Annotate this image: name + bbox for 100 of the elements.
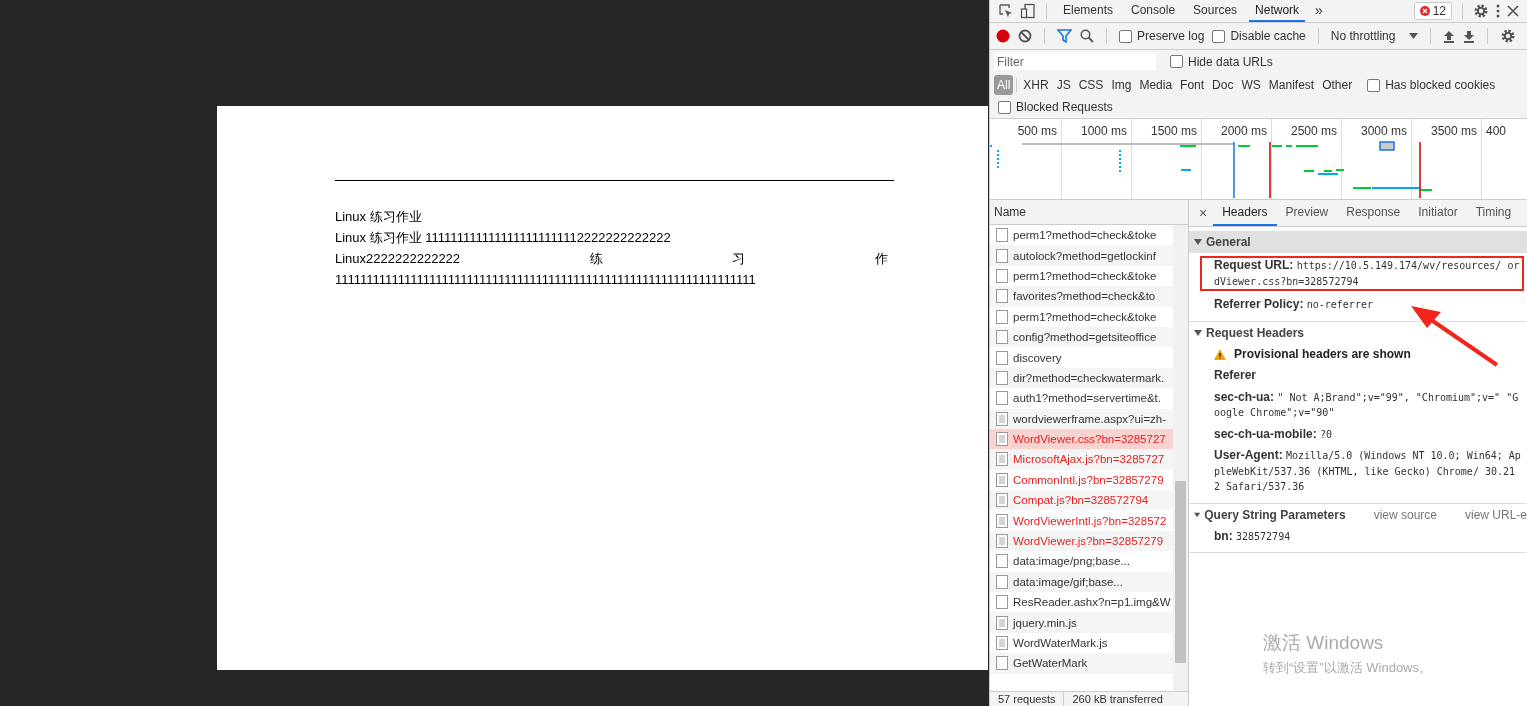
section-link[interactable]: view URL-e [1465, 507, 1527, 522]
throttling-dropdown[interactable]: No throttling [1330, 29, 1419, 43]
detail-tab[interactable]: Timing [1466, 200, 1521, 226]
document-text: 作 [875, 250, 888, 268]
request-row[interactable]: favorites?method=check&to [990, 286, 1173, 307]
file-icon [996, 513, 1008, 528]
type-filter-button[interactable]: WS [1238, 75, 1264, 95]
checkbox-square[interactable] [998, 100, 1011, 114]
device-toolbar-icon[interactable] [1020, 3, 1036, 19]
record-icon[interactable] [996, 29, 1010, 43]
timeline-tick-label: 2000 ms [1220, 124, 1267, 138]
panel-tab[interactable]: Sources [1187, 0, 1244, 22]
request-name: data:image/gif;base... [1013, 575, 1123, 588]
type-filter-button[interactable]: XHR [1020, 75, 1052, 95]
clear-icon[interactable] [1018, 29, 1032, 43]
settings-icon[interactable] [1473, 3, 1489, 19]
detail-tab[interactable]: Initiator [1409, 200, 1467, 226]
request-row[interactable]: jquery.min.js [990, 612, 1173, 633]
document-text: 1111111111111111111111111111111111111111111111111111111111111111111 [335, 271, 757, 289]
blank-file-icon [996, 228, 1008, 243]
request-name: auth1?method=servertime&t. [1013, 392, 1161, 405]
detail-tab[interactable]: Response [1337, 200, 1410, 226]
type-filter-button[interactable]: Media [1136, 75, 1176, 95]
close-button[interactable]: × [1193, 205, 1214, 221]
request-name: perm1?method=check&toke [1013, 310, 1157, 323]
type-filter-button[interactable]: CSS [1075, 75, 1107, 95]
blank-file-icon [996, 330, 1008, 345]
request-row[interactable]: WordViewer.js?bn=32857279 [990, 530, 1173, 552]
type-filter-button[interactable]: Manifest [1265, 75, 1318, 95]
request-name: CommonIntl.js?bn=32857279 [1013, 473, 1164, 486]
expanded-triangle-icon[interactable] [1194, 510, 1201, 519]
checkbox-label: Preserve log [1137, 29, 1205, 43]
document-text: 练 [589, 250, 603, 268]
panel-tab[interactable]: Elements [1057, 0, 1120, 22]
request-row[interactable]: config?method=getsiteoffice [990, 326, 1173, 348]
request-count: 57 requests [998, 693, 1056, 705]
download-icon[interactable] [1463, 29, 1476, 43]
activation-message: 转到“设置”以激活 Windows。 [1263, 659, 1432, 677]
timeline-tick-label: 400 [1486, 124, 1507, 138]
settings-icon[interactable] [1500, 28, 1517, 44]
blank-file-icon [996, 656, 1008, 671]
error-icon [1419, 6, 1430, 16]
document-text: Linux 练习作业 [335, 208, 423, 226]
request-row[interactable]: wordviewerframe.aspx?ui=zh- [990, 408, 1173, 429]
header-entry: sec-ch-ua-mobile: ?0 [1213, 425, 1334, 443]
scrollbar[interactable] [1173, 225, 1188, 691]
throttling-value: No throttling [1330, 29, 1396, 43]
checkbox-square[interactable] [1170, 55, 1183, 68]
request-name: WordWaterMark.js [1013, 637, 1108, 649]
type-filter-button[interactable]: Font [1177, 75, 1208, 95]
request-name: perm1?method=check&toke [1013, 269, 1157, 282]
checkbox-square[interactable] [1212, 29, 1226, 43]
request-row[interactable]: data:image/gif;base... [990, 571, 1173, 593]
request-name: WordViewer.css?bn=3285727 [1013, 433, 1166, 446]
header-name: Referer [1213, 367, 1258, 384]
panel-tab[interactable]: Console [1125, 0, 1182, 22]
timeline-tick-label: 500 ms [1017, 124, 1057, 138]
upload-icon[interactable] [1443, 29, 1456, 43]
request-row[interactable]: GetWaterMark [990, 653, 1173, 674]
request-row[interactable]: dir?method=checkwatermark. [990, 367, 1173, 389]
detail-tab[interactable]: Headers [1213, 200, 1277, 226]
filter-field[interactable]: Filter [994, 53, 1156, 70]
filter-icon[interactable] [1057, 29, 1072, 43]
inspect-icon[interactable] [998, 3, 1014, 19]
detail-tab[interactable]: Preview [1276, 200, 1338, 226]
more-options-icon[interactable] [1495, 3, 1501, 19]
section-link[interactable]: view source [1373, 507, 1437, 522]
section-title[interactable]: Request Headers [1206, 325, 1305, 340]
checkbox[interactable]: Hide data URLs [1170, 54, 1273, 69]
close-icon[interactable] [1507, 5, 1519, 17]
activation-title: 激活 Windows [1263, 631, 1385, 655]
document-text: Linux2222222222222 [335, 250, 461, 268]
file-icon [996, 411, 1008, 426]
timeline-tick-label: 3000 ms [1360, 124, 1407, 138]
request-name: jquery.min.js [1013, 616, 1077, 629]
type-filter-button[interactable]: Img [1108, 75, 1135, 95]
column-header[interactable]: Name [990, 200, 1188, 225]
section-title[interactable]: General [1206, 235, 1251, 249]
more-tabs-button[interactable]: » [1311, 0, 1327, 22]
type-filter-button[interactable]: Other [1319, 75, 1356, 95]
file-icon [996, 452, 1008, 467]
type-filter-button[interactable]: JS [1053, 75, 1074, 95]
expanded-triangle-icon[interactable] [1194, 238, 1202, 246]
checkbox[interactable]: Disable cache [1212, 29, 1306, 43]
request-name: discovery [1013, 351, 1062, 364]
expanded-triangle-icon[interactable] [1194, 328, 1202, 337]
section-title[interactable]: Query String Parameters [1204, 507, 1346, 522]
request-row[interactable]: MicrosoftAjax.js?bn=3285727 [990, 449, 1173, 470]
header-entry: bn: 328572794 [1213, 527, 1292, 545]
checkbox-square[interactable] [1367, 78, 1381, 92]
blank-file-icon [996, 370, 1008, 385]
request-row[interactable]: Compat.js?bn=328572794 [990, 490, 1173, 511]
checkbox-square[interactable] [1119, 29, 1132, 43]
error-count-badge[interactable]: 12 [1413, 2, 1452, 20]
type-filter-button[interactable]: Doc [1209, 75, 1237, 95]
request-row[interactable]: autolock?method=getlockinf [990, 245, 1173, 266]
search-icon[interactable] [1080, 29, 1094, 43]
checkbox[interactable]: Preserve log [1119, 29, 1205, 43]
header-entry: Referrer Policy: no-referrer [1213, 296, 1374, 313]
request-name: wordviewerframe.aspx?ui=zh- [1013, 412, 1167, 425]
